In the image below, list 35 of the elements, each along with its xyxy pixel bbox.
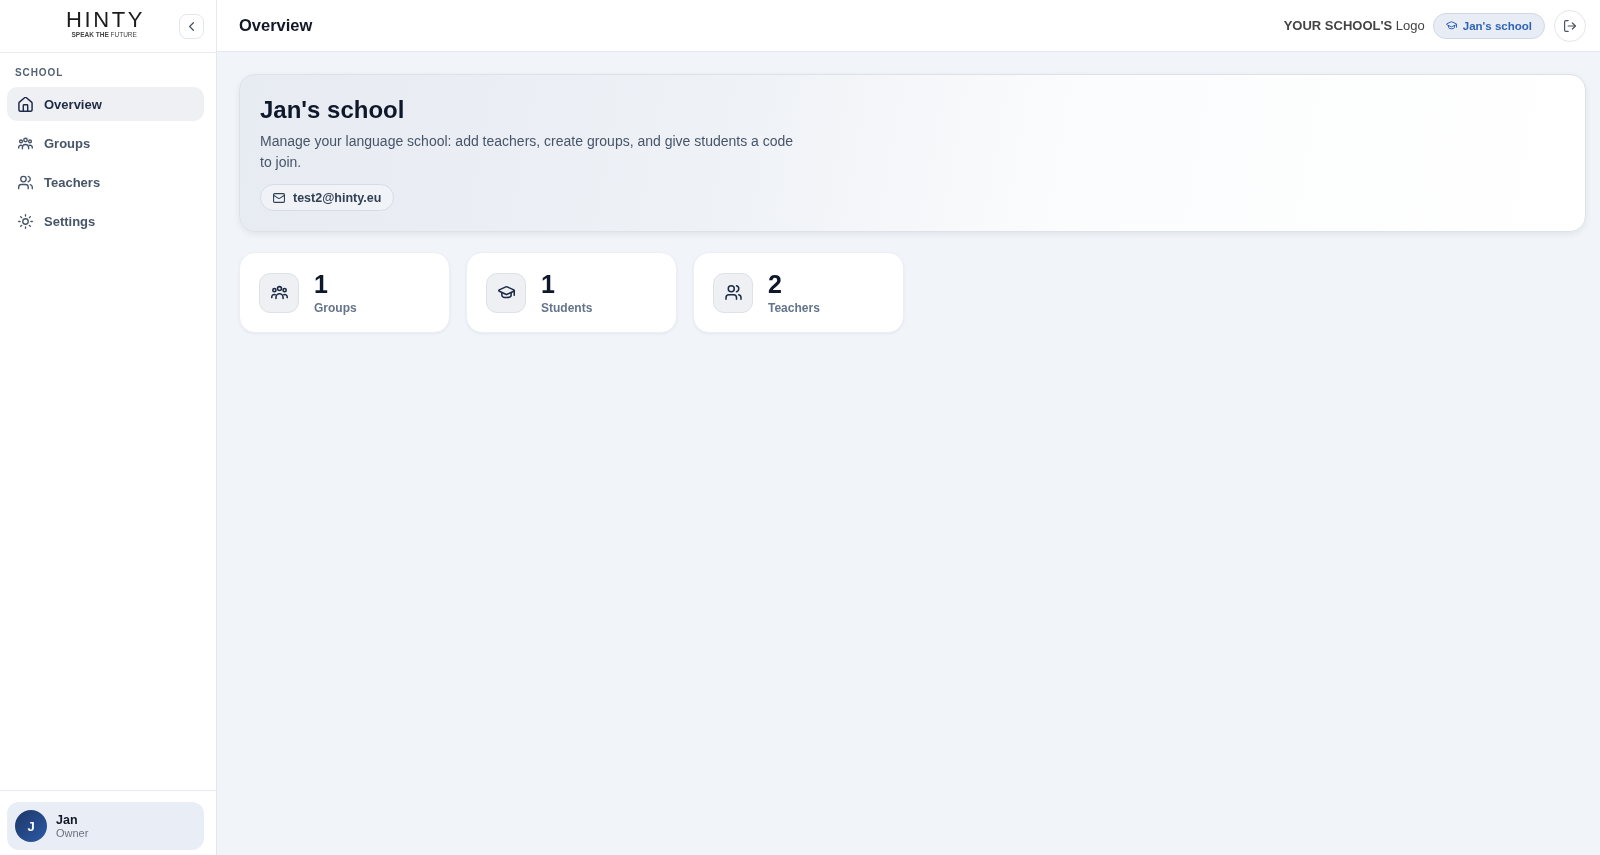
school-badge: Jan's school	[1432, 12, 1545, 39]
user-avatar: J	[15, 810, 47, 842]
stat-value: 2	[768, 270, 782, 297]
stat-label: Groups	[314, 300, 357, 315]
group-icon	[18, 135, 33, 151]
user-role: Owner	[56, 826, 89, 840]
logout-button[interactable]	[1554, 9, 1586, 42]
chevron-left-icon	[189, 21, 194, 31]
stat-label: Students	[541, 300, 593, 315]
users-icon	[713, 272, 753, 313]
stat-label: Teachers	[768, 300, 820, 315]
home-icon	[18, 96, 33, 112]
graduation-cap-icon	[486, 272, 526, 313]
stat-value: 1	[314, 270, 328, 297]
user-name: Jan	[56, 812, 78, 827]
logo-wordmark: HINTY	[66, 9, 145, 31]
users-icon	[18, 174, 33, 190]
stat-value: 1	[541, 270, 555, 297]
nav-item[interactable]: Groups	[7, 126, 204, 160]
user-card[interactable]: J Jan Owner	[7, 802, 204, 850]
email-chip: test2@hinty.eu	[260, 184, 395, 211]
collapse-sidebar-button[interactable]	[179, 13, 204, 39]
school-title: Jan's school	[260, 95, 405, 125]
nav-item[interactable]: Settings	[7, 204, 204, 238]
group-icon	[259, 272, 299, 313]
page-title: Overview	[239, 16, 313, 35]
graduation-cap-icon	[1445, 21, 1457, 30]
sun-icon	[18, 213, 33, 229]
nav-item[interactable]: Teachers	[7, 165, 204, 199]
mail-icon	[273, 192, 285, 203]
school-description: Manage your language school: add teachers, create groups, and give students a code to join.	[260, 132, 795, 172]
nav-item[interactable]: Overview	[7, 87, 204, 121]
logout-icon	[1564, 19, 1576, 32]
school-logo-text: YOUR SCHOOL'S Logo	[1283, 18, 1425, 33]
section-label: SCHOOL	[15, 68, 64, 78]
